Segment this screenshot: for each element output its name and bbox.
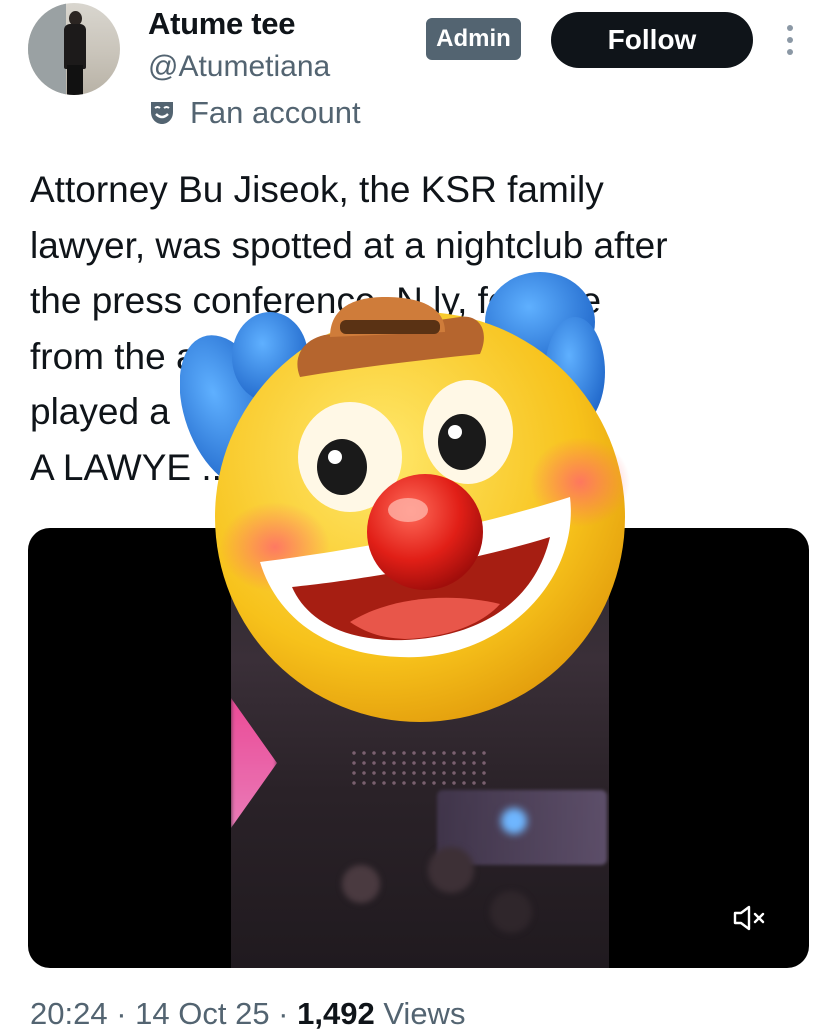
user-handle[interactable]: @Atumetiana xyxy=(148,50,330,84)
avatar[interactable] xyxy=(28,3,120,95)
avatar-wall xyxy=(28,3,66,95)
avatar-person-legs xyxy=(67,65,83,95)
theater-mask-icon xyxy=(151,102,173,124)
tweet-line: Attorney Bu Jiseok, the KSR family xyxy=(30,169,604,210)
clown-nose xyxy=(367,474,483,590)
tweet-time[interactable]: 20:24 xyxy=(30,996,108,1031)
display-name[interactable]: Atume tee xyxy=(148,6,295,42)
tweet-meta: 20:24 · 14 Oct 25 · 1,492 Views xyxy=(30,996,465,1032)
account-label: Fan account xyxy=(190,95,361,130)
vertical-ellipsis-icon[interactable] xyxy=(783,22,797,58)
muted-speaker-icon[interactable] xyxy=(732,904,768,932)
video-light-dots xyxy=(349,748,489,788)
avatar-person-body xyxy=(64,24,86,69)
video-crowd xyxy=(271,828,571,968)
follow-button[interactable]: Follow xyxy=(551,12,753,68)
tweet-line: played a xyxy=(30,391,170,432)
views-label: Views xyxy=(374,996,466,1031)
meta-separator: · xyxy=(107,996,136,1031)
clown-eye-right xyxy=(423,380,513,484)
clown-face-emoji xyxy=(180,272,630,722)
meta-separator: · xyxy=(269,996,298,1031)
tweet-date[interactable]: 14 Oct 25 xyxy=(135,996,269,1031)
account-label-row: Fan account xyxy=(148,95,361,131)
admin-badge: Admin xyxy=(426,18,521,60)
views-count: 1,492 xyxy=(297,996,375,1031)
tweet-line: lawyer, was spotted at a nightclub after xyxy=(30,224,668,266)
